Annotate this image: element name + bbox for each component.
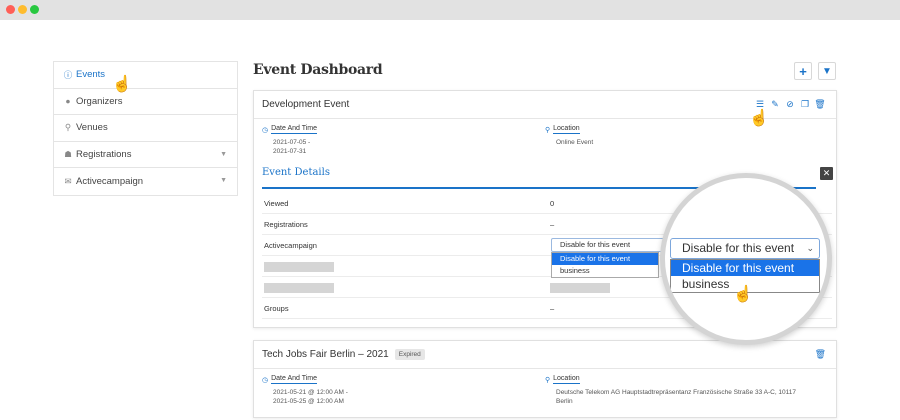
clock-icon: ◷ — [262, 376, 269, 384]
map-pin-icon: ⚲ — [64, 122, 72, 133]
event-details-title: Event Details — [262, 167, 330, 178]
map-pin-icon: ⚲ — [545, 376, 551, 384]
page-title: Event Dashboard — [253, 62, 383, 78]
filter-icon: ▼ — [822, 65, 832, 77]
close-details-button[interactable]: ✕ — [820, 167, 833, 180]
location-label: Location — [553, 375, 580, 384]
chevron-down-icon[interactable]: ▼ — [220, 151, 227, 158]
filter-button[interactable]: ▼ — [818, 62, 836, 80]
window-titlebar — [0, 0, 900, 20]
redacted-value — [550, 283, 610, 293]
chevron-down-icon[interactable]: ▼ — [220, 177, 227, 184]
date-time-section: ◷ Date And Time 2021-05-21 @ 12:00 AM - … — [262, 375, 348, 406]
edit-icon[interactable]: ✎ — [769, 98, 781, 110]
date-label: Date And Time — [271, 375, 318, 384]
event-title[interactable]: Tech Jobs Fair Berlin – 2021 — [262, 349, 389, 360]
location-line: Deutsche Telekom AG Hauptstadtrepräsenta… — [556, 389, 797, 396]
activecampaign-select-zoomed[interactable]: Disable for this event ⌄ — [670, 238, 820, 259]
sidebar: ⓘ Events ● Organizers ⚲ Venues ☗ Registr… — [53, 61, 238, 196]
sidebar-item-label: Organizers — [76, 95, 123, 107]
activecampaign-dropdown: Disable for this event business — [551, 252, 659, 278]
date-end: 2021-05-25 @ 12:00 AM — [273, 398, 344, 405]
hand-cursor-icon: ☝ — [733, 286, 753, 303]
close-window-icon[interactable] — [6, 5, 15, 14]
date-label: Date And Time — [271, 125, 318, 134]
user-icon: ● — [65, 96, 71, 107]
location-line: Berlin — [556, 398, 573, 405]
event-card: Tech Jobs Fair Berlin – 2021 Expired 🗑 ◷… — [253, 340, 837, 418]
trash-icon[interactable]: 🗑 — [815, 349, 826, 360]
redacted-label — [264, 262, 334, 272]
location-section: ⚲ Location Online Event — [545, 125, 593, 147]
sidebar-item-registrations[interactable]: ☗ Registrations ▼ — [54, 142, 237, 169]
hand-cursor-icon: ☝ — [112, 76, 132, 93]
status-badge: Expired — [394, 349, 425, 360]
event-title[interactable]: Development Event — [262, 99, 349, 110]
redacted-label — [264, 283, 334, 293]
location-label: Location — [553, 125, 580, 134]
minimize-window-icon[interactable] — [18, 5, 27, 14]
maximize-window-icon[interactable] — [30, 5, 39, 14]
location-section: ⚲ Location Deutsche Telekom AG Hauptstad… — [545, 375, 796, 406]
chevron-down-icon: ⌄ — [806, 243, 814, 253]
date-time-section: ◷ Date And Time 2021-07-05 - 2021-07-31 — [262, 125, 318, 156]
add-event-button[interactable]: + — [794, 62, 812, 80]
dropdown-option[interactable]: Disable for this event — [671, 260, 819, 276]
hand-cursor-icon: ☝ — [749, 110, 769, 127]
copy-icon[interactable]: ❐ — [799, 98, 811, 110]
date-start: 2021-07-05 - — [273, 139, 311, 146]
dropdown-option[interactable]: Disable for this event — [552, 253, 658, 265]
event-card-header: Tech Jobs Fair Berlin – 2021 Expired 🗑 — [254, 341, 836, 369]
date-start: 2021-05-21 @ 12:00 AM - — [273, 389, 348, 396]
users-icon: ☗ — [64, 149, 72, 160]
ban-icon[interactable]: ⊘ — [784, 98, 796, 110]
date-end: 2021-07-31 — [273, 148, 307, 155]
info-circle-icon: ⓘ — [63, 69, 73, 80]
location-value: Online Event — [556, 139, 594, 146]
sidebar-item-label: Activecampaign — [76, 176, 144, 188]
sidebar-item-label: Registrations — [76, 149, 132, 161]
sidebar-item-events[interactable]: ⓘ Events — [54, 62, 237, 89]
clock-icon: ◷ — [262, 126, 269, 134]
envelope-icon: ✉ — [64, 176, 72, 187]
sidebar-item-label: Venues — [76, 122, 108, 134]
map-pin-icon: ⚲ — [545, 126, 551, 134]
dropdown-option[interactable]: business — [552, 265, 658, 277]
sidebar-item-venues[interactable]: ⚲ Venues — [54, 115, 237, 142]
magnifier-lens: Disable for this event ⌄ Disable for thi… — [660, 173, 832, 345]
sidebar-item-label: Events — [76, 69, 106, 81]
trash-icon[interactable]: 🗑 — [814, 98, 826, 110]
activecampaign-select[interactable]: Disable for this event — [551, 238, 666, 252]
sidebar-item-activecampaign[interactable]: ✉ Activecampaign ▼ — [54, 168, 237, 195]
sidebar-item-organizers[interactable]: ● Organizers — [54, 89, 237, 116]
